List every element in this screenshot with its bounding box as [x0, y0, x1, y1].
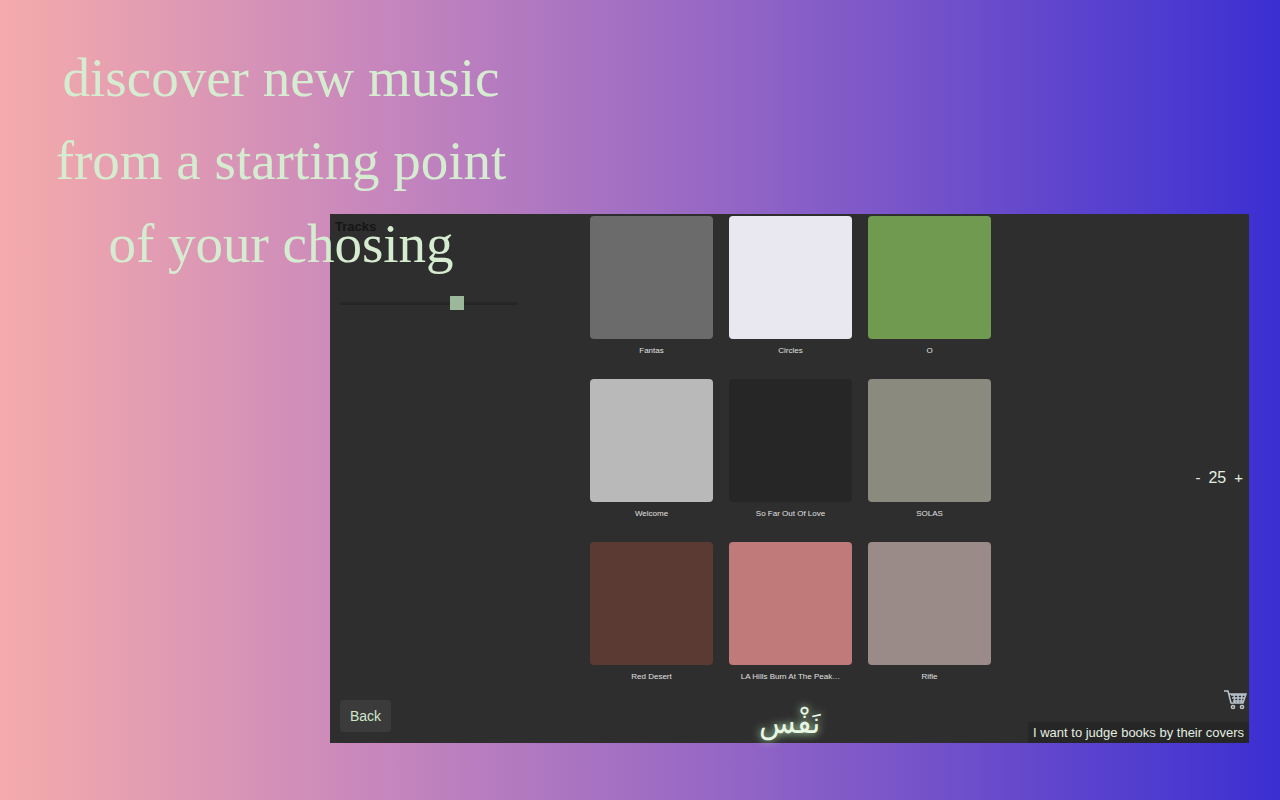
headline-line: discover new music	[0, 36, 562, 119]
tracks-panel: Tracks FantasCirclesOWelcomeSo Far Out O…	[330, 214, 1249, 743]
track-title: LA Hills Burn At The Peak…	[741, 672, 840, 682]
track-card[interactable]: Welcome	[590, 379, 713, 519]
slider-track[interactable]	[340, 302, 518, 305]
track-title: O	[926, 346, 932, 356]
track-title: Red Desert	[631, 672, 671, 682]
track-title: Welcome	[635, 509, 668, 519]
back-button[interactable]: Back	[340, 700, 391, 732]
decrease-button[interactable]: -	[1195, 468, 1200, 488]
track-card[interactable]: Red Desert	[590, 542, 713, 682]
track-card[interactable]: SOLAS	[868, 379, 991, 519]
logo: نَفْس	[759, 705, 820, 743]
track-title: Rifle	[921, 672, 937, 682]
headline-line: from a starting point	[0, 119, 562, 202]
track-cover[interactable]	[868, 542, 991, 665]
track-title: Fantas	[639, 346, 663, 356]
count-value: 25	[1208, 468, 1226, 488]
track-cover[interactable]	[590, 379, 713, 502]
track-title: So Far Out Of Love	[756, 509, 825, 519]
page-size-counter: -25 +	[1195, 468, 1243, 488]
cart-icon[interactable]	[1223, 689, 1247, 711]
increase-button[interactable]: +	[1234, 468, 1243, 488]
track-card[interactable]: So Far Out Of Love	[729, 379, 852, 519]
track-cover[interactable]	[868, 379, 991, 502]
track-cover[interactable]	[590, 542, 713, 665]
track-card[interactable]: LA Hills Burn At The Peak…	[729, 542, 852, 682]
judge-covers-link[interactable]: I want to judge books by their covers	[1028, 722, 1249, 743]
track-cover[interactable]	[729, 542, 852, 665]
track-cover[interactable]	[868, 216, 991, 339]
headline: discover new musicfrom a starting pointo…	[0, 36, 562, 285]
track-cover[interactable]	[729, 379, 852, 502]
headline-line: of your chosing	[0, 202, 562, 285]
track-title: SOLAS	[916, 509, 943, 519]
track-cover[interactable]	[729, 216, 852, 339]
track-cover[interactable]	[590, 216, 713, 339]
track-title: Circles	[778, 346, 802, 356]
track-card[interactable]: Fantas	[590, 216, 713, 356]
slider-thumb[interactable]	[450, 296, 464, 310]
track-card[interactable]: Rifle	[868, 542, 991, 682]
track-card[interactable]: Circles	[729, 216, 852, 356]
track-card[interactable]: O	[868, 216, 991, 356]
